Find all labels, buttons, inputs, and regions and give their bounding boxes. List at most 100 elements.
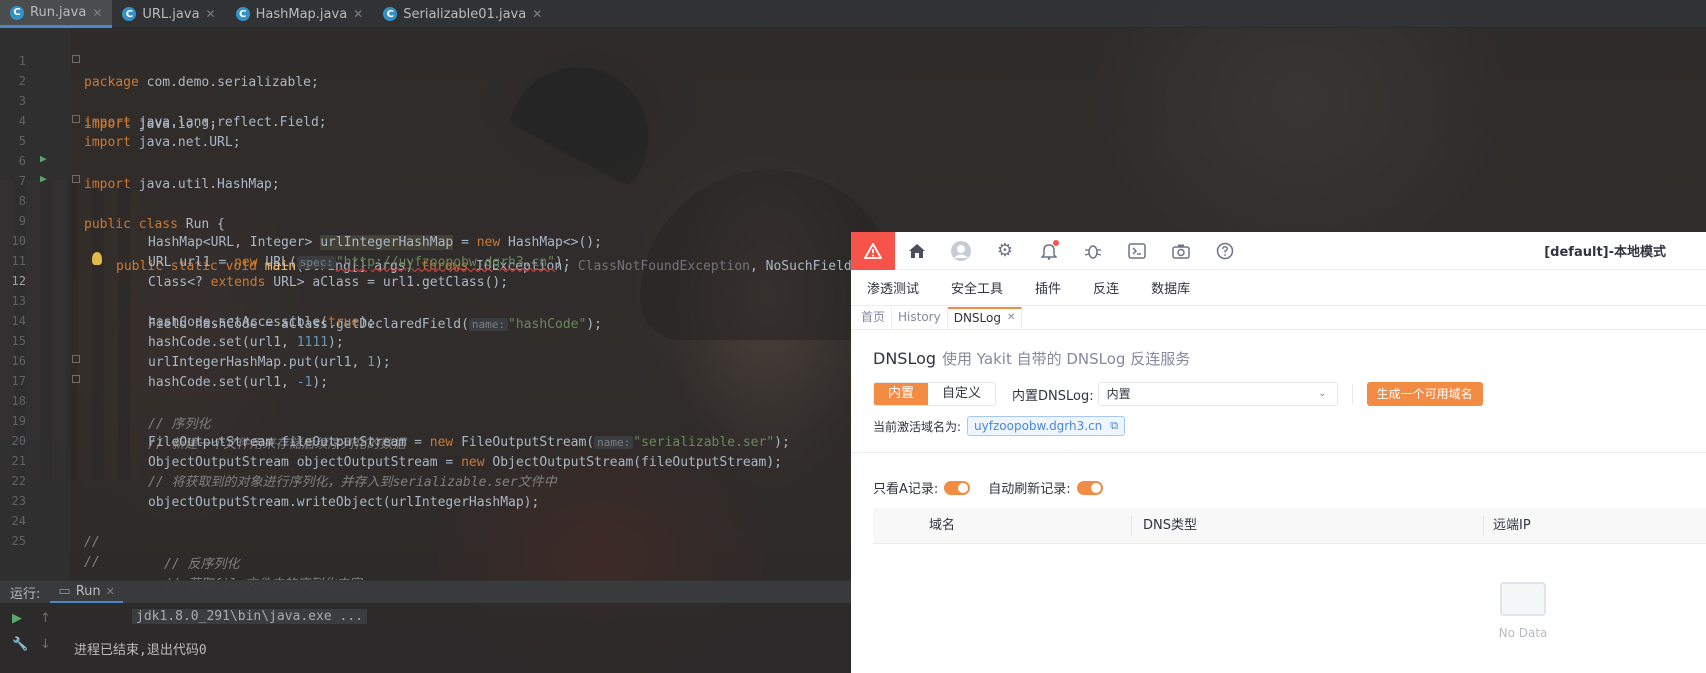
fold-icon[interactable] [72,375,80,383]
generate-domain-button[interactable]: 生成一个可用域名 [1366,382,1483,406]
user-icon[interactable] [939,232,983,270]
divider [851,452,1706,453]
close-icon[interactable]: ✕ [1007,308,1015,330]
tab-label: Run.java [30,5,87,20]
tab-history[interactable]: History [892,307,948,329]
run-config-icon: ▭ [58,583,71,599]
line-number: 25 [11,534,26,548]
empty-state: No Data [1491,582,1555,640]
console-output[interactable]: jdk1.8.0_291\bin\java.exe ... 进程已结束,退出代码… [74,609,367,661]
menu-database[interactable]: 数据库 [1135,278,1206,297]
mode-indicator: [default]-本地模式 [1544,245,1666,260]
home-icon[interactable] [895,232,939,270]
notification-dot [1053,239,1059,246]
class-icon: C [122,7,137,21]
code-line: 2 import java.io.*; [0,48,1706,132]
column-remote-ip[interactable]: 远端IP [1493,508,1531,544]
tab-label: Serializable01.java [403,6,527,22]
menu-plugins[interactable]: 插件 [1019,278,1077,297]
code-line: 7 ▶ public class Run { [0,148,1706,232]
tab-dnslog[interactable]: DNSLog ✕ [947,307,1023,330]
yakit-main-menu: 渗透测试 安全工具 插件 反连 数据库 [851,270,1706,306]
run-gutter-icon[interactable]: ▶ [40,148,47,170]
terminal-icon[interactable] [1115,232,1159,270]
fold-icon[interactable] [72,355,80,363]
current-domain-label: 当前激活域名为: [873,419,962,434]
help-icon[interactable] [1203,232,1247,270]
menu-pentest[interactable]: 渗透测试 [851,278,935,297]
builtin-dnslog-select[interactable]: 内置 ⌄ [1097,382,1338,406]
divider [1351,384,1353,404]
column-domain[interactable]: 域名 [929,508,955,544]
code-line: 6 [0,128,1706,168]
mode-builtin-button[interactable]: 内置 [874,383,929,405]
run-tool-window: 运行: ▭ Run ✕ ▶ ↑ 🔧 ↓ jdk1.8.0_291\bin\jav… [0,580,851,673]
page-title-text: DNSLog [873,349,937,368]
builtin-dnslog-label: 内置DNSLog: [1012,388,1094,404]
auto-refresh-toggle[interactable] [1076,480,1103,495]
filter-row: 只看A记录: 自动刷新记录: [873,478,1115,497]
editor-tab-bar: C Run.java ✕ C URL.java ✕ C HashMap.java… [0,0,1706,28]
copy-icon[interactable]: ⧉ [1110,417,1118,435]
current-domain-value: uyfzoopobw.dgrh3.cn [974,419,1103,433]
close-icon[interactable]: ✕ [353,7,363,21]
wrench-icon[interactable]: 🔧 [12,637,28,652]
close-icon[interactable]: ✕ [206,7,216,21]
yakit-page-tabs: 首页 History DNSLog ✕ [851,306,1706,330]
tab-serializable01-java[interactable]: C Serializable01.java ✕ [373,0,552,28]
code-line: 9 HashMap<URL, Integer> urlIntegerHashMa… [0,188,1706,250]
dnslog-mode-switch: 内置 自定义 [873,382,997,406]
run-gutter-icon[interactable]: ▶ [40,168,47,190]
exit-message: 进程已结束,退出代码0 [74,643,207,658]
class-icon: C [10,5,24,20]
current-domain-row: 当前激活域名为: uyfzoopobw.dgrh3.cn ⧉ [873,416,1126,436]
run-toolbar: ▶ ↑ 🔧 ↓ [0,603,60,673]
tab-label: HashMap.java [255,6,348,22]
current-domain-tag[interactable]: uyfzoopobw.dgrh3.cn ⧉ [967,416,1126,436]
select-value: 内置 [1106,387,1131,401]
tab-url-java[interactable]: C URL.java ✕ [112,0,225,28]
column-divider [1483,516,1484,536]
code-comment: // 反序列化 [164,557,240,572]
lightbulb-icon[interactable] [92,252,102,265]
tab-run-java[interactable]: C Run.java ✕ [0,0,113,28]
java-command: jdk1.8.0_291\bin\java.exe ... [132,609,367,624]
dnslog-table-header: 域名 DNS类型 远端IP [873,508,1706,544]
bug-icon[interactable] [1071,232,1115,270]
fold-icon[interactable] [72,115,80,123]
tab-dnslog-label: DNSLog [953,311,1001,325]
run-header: 运行: ▭ Run ✕ [0,581,851,603]
column-dns-type[interactable]: DNS类型 [1143,508,1197,544]
menu-security-tools[interactable]: 安全工具 [935,278,1019,297]
code-comment: // [84,555,100,570]
tab-hashmap-java[interactable]: C HashMap.java ✕ [226,0,374,28]
up-arrow-icon[interactable]: ↑ [40,611,51,626]
mode-custom-button[interactable]: 自定义 [928,383,995,405]
only-a-record-label: 只看A记录: [873,482,939,497]
code-line: 4 import java.net.URL; [0,88,1706,150]
yakit-toolbar: ⚙ [default]-本地模式 [851,231,1706,270]
camera-icon[interactable] [1159,232,1203,270]
down-arrow-icon[interactable]: ↓ [40,637,51,652]
tab-home[interactable]: 首页 [855,307,893,329]
close-icon[interactable]: ✕ [106,585,115,598]
page-title: DNSLog 使用 Yakit 自带的 DNSLog 反连服务 [873,348,1190,369]
fold-icon[interactable] [72,55,80,63]
alert-icon[interactable] [851,231,895,270]
code-line: 8 ▶ public static void main(String[] arg… [0,168,1706,274]
gear-icon[interactable]: ⚙ [983,232,1027,270]
close-icon[interactable]: ✕ [92,6,102,20]
class-icon: C [235,7,250,21]
code-line: 5 import java.util.HashMap; [0,108,1706,192]
rerun-icon[interactable]: ▶ [12,611,22,626]
close-icon[interactable]: ✕ [532,7,542,21]
bell-icon[interactable] [1027,232,1071,270]
code-line: 3 import java.lang.reflect.Field; [0,68,1706,130]
fold-icon[interactable] [72,175,80,183]
run-tab[interactable]: ▭ Run ✕ [50,581,123,603]
yakit-window: ⚙ [default]-本地模式 渗透测试 安全工具 插件 反连 数据库 首页 … [851,231,1706,673]
only-a-record-toggle[interactable] [944,480,971,495]
code-line: 1 package com.demo.serializable; [0,28,1706,90]
empty-inbox-icon [1500,582,1546,616]
menu-reverse[interactable]: 反连 [1077,278,1135,297]
